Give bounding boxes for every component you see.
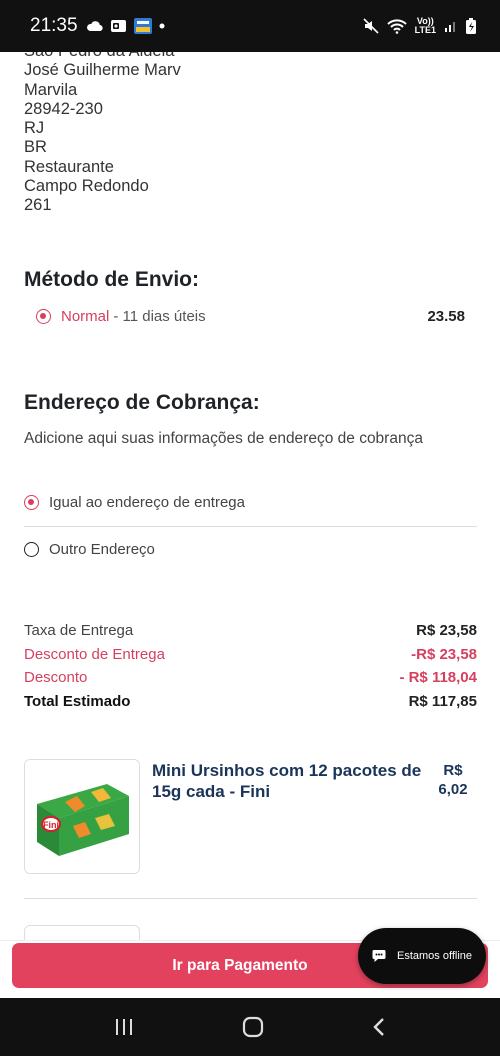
address-line: Marvila xyxy=(24,80,78,99)
divider xyxy=(24,526,477,527)
mute-icon xyxy=(363,18,379,34)
gov-app-icon xyxy=(133,18,152,34)
outlook-icon xyxy=(110,18,127,34)
wifi-icon xyxy=(386,18,407,34)
billing-address-title: Endereço de Cobrança: xyxy=(24,391,260,414)
checkout-content[interactable]: São Pedro da Aldeia José Guilherme Marv … xyxy=(0,52,500,940)
billing-same-radio[interactable] xyxy=(24,495,39,510)
chat-status-label: Estamos offline xyxy=(397,950,473,962)
chat-widget[interactable]: Estamos offline xyxy=(358,928,486,984)
address-line: Restaurante xyxy=(24,157,114,176)
discount-value: - R$ 118,04 xyxy=(399,669,477,686)
address-line: BR xyxy=(24,138,47,157)
product-price: R$ 6,02 xyxy=(433,761,473,799)
recent-apps-icon[interactable] xyxy=(114,1018,134,1036)
shipping-address: São Pedro da Aldeia José Guilherme Marv … xyxy=(24,52,181,216)
shipping-option-days: - 11 dias úteis xyxy=(113,308,206,325)
volte-label-bottom: LTE1 xyxy=(414,25,436,35)
system-icons: Vo)) LTE1 xyxy=(363,17,476,35)
home-icon[interactable] xyxy=(242,1016,264,1038)
delivery-discount-label: Desconto de Entrega xyxy=(24,646,165,663)
next-product-image[interactable] xyxy=(24,925,140,940)
delivery-discount-value: -R$ 23,58 xyxy=(411,646,477,663)
billing-option-same[interactable]: Igual ao endereço de entrega xyxy=(24,494,245,511)
product-image[interactable]: Fini xyxy=(24,759,140,874)
battery-icon xyxy=(466,18,476,34)
status-time: 21:35 xyxy=(30,15,78,36)
product-box-illustration: Fini xyxy=(25,760,139,873)
address-line: 261 xyxy=(24,196,52,215)
shipping-method-title: Método de Envio: xyxy=(24,268,199,291)
shipping-option-name: Normal xyxy=(61,308,110,325)
cart-item[interactable]: Fini Mini Ursinhos com 12 pacotes de 15g… xyxy=(24,759,477,877)
back-icon[interactable] xyxy=(372,1017,386,1037)
notification-icons xyxy=(86,18,165,34)
address-line: José Guilherme Marv xyxy=(24,61,181,80)
product-price-value: 6,02 xyxy=(438,781,468,798)
address-line: São Pedro da Aldeia xyxy=(24,52,181,61)
address-line: Campo Redondo xyxy=(24,177,149,196)
delivery-fee-value: R$ 23,58 xyxy=(416,622,477,639)
summary-discount: Desconto - R$ 118,04 xyxy=(24,669,477,686)
signal-icon xyxy=(444,19,458,33)
product-name[interactable]: Mini Ursinhos com 12 pacotes de 15g cada… xyxy=(152,761,432,802)
total-label: Total Estimado xyxy=(24,693,131,710)
total-value: R$ 117,85 xyxy=(408,693,477,710)
billing-option-same-label: Igual ao endereço de entrega xyxy=(49,494,245,511)
system-nav-bar xyxy=(0,998,500,1056)
chat-bubble-icon xyxy=(372,949,386,963)
billing-option-other-label: Outro Endereço xyxy=(49,541,155,558)
address-line: RJ xyxy=(24,119,45,138)
volte-icon: Vo)) LTE1 xyxy=(415,17,436,35)
summary-total: Total Estimado R$ 117,85 xyxy=(24,693,477,710)
discount-label: Desconto xyxy=(24,669,88,686)
brand-logo-text: Fini xyxy=(43,820,59,830)
product-price-currency: R$ xyxy=(443,762,463,779)
billing-option-other[interactable]: Outro Endereço xyxy=(24,541,155,558)
divider xyxy=(24,898,477,899)
dot-icon xyxy=(159,23,165,29)
shipping-option-price: 23.58 xyxy=(427,308,465,325)
billing-other-radio[interactable] xyxy=(24,542,39,557)
cloud-icon xyxy=(86,20,103,32)
billing-description: Adicione aqui suas informações de endere… xyxy=(24,430,423,447)
summary-delivery-fee: Taxa de Entrega R$ 23,58 xyxy=(24,622,477,639)
status-bar: 21:35 Vo)) LTE1 xyxy=(0,0,500,52)
shipping-option-normal[interactable]: Normal - 11 dias úteis 23.58 xyxy=(36,308,465,325)
address-line: 28942-230 xyxy=(24,99,103,118)
delivery-fee-label: Taxa de Entrega xyxy=(24,622,134,639)
summary-delivery-discount: Desconto de Entrega -R$ 23,58 xyxy=(24,646,477,663)
shipping-radio[interactable] xyxy=(36,309,51,324)
